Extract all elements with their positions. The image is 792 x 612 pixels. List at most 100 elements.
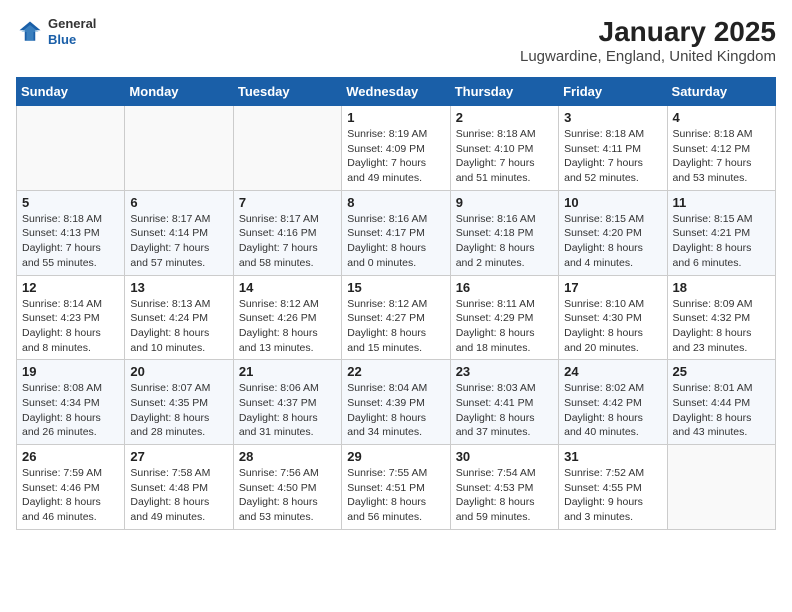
day-number: 7 (239, 195, 336, 210)
weekday-row: SundayMondayTuesdayWednesdayThursdayFrid… (17, 78, 776, 106)
day-info: Sunrise: 8:09 AMSunset: 4:32 PMDaylight:… (673, 297, 770, 356)
weekday-header: Thursday (450, 78, 558, 106)
calendar-cell: 29Sunrise: 7:55 AMSunset: 4:51 PMDayligh… (342, 445, 450, 530)
calendar-cell: 7Sunrise: 8:17 AMSunset: 4:16 PMDaylight… (233, 190, 341, 275)
day-info: Sunrise: 8:07 AMSunset: 4:35 PMDaylight:… (130, 381, 227, 440)
calendar-cell: 3 Sunrise: 8:18 AMSunset: 4:11 PMDaylight… (559, 106, 667, 191)
day-number: 6 (130, 195, 227, 210)
day-number: 5 (22, 195, 119, 210)
day-number: 30 (456, 449, 553, 464)
calendar-cell (233, 106, 341, 191)
day-info: Sunrise: 8:15 AMSunset: 4:21 PMDaylight:… (673, 212, 770, 271)
calendar-body: 1 Sunrise: 8:19 AMSunset: 4:09 PMDaylight… (17, 106, 776, 530)
day-number: 4 (673, 110, 770, 125)
calendar-cell: 2Sunrise: 8:18 AMSunset: 4:10 PMDaylight… (450, 106, 558, 191)
weekday-header: Monday (125, 78, 233, 106)
day-number: 15 (347, 280, 444, 295)
day-info: Sunrise: 8:06 AMSunset: 4:37 PMDaylight:… (239, 381, 336, 440)
day-info: Sunrise: 8:03 AMSunset: 4:41 PMDaylight:… (456, 381, 553, 440)
calendar-subtitle: Lugwardine, England, United Kingdom (520, 48, 776, 65)
calendar-cell: 31 Sunrise: 7:52 AMSunset: 4:55 PMDayligh… (559, 445, 667, 530)
weekday-header: Tuesday (233, 78, 341, 106)
day-number: 10 (564, 195, 661, 210)
logo: General Blue (16, 16, 96, 47)
day-number: 31 (564, 449, 661, 464)
day-number: 18 (673, 280, 770, 295)
day-number: 17 (564, 280, 661, 295)
day-number: 16 (456, 280, 553, 295)
calendar-cell: 15 Sunrise: 8:12 AMSunset: 4:27 PMDayligh… (342, 275, 450, 360)
day-info: Sunrise: 7:58 AMSunset: 4:48 PMDaylight:… (130, 466, 227, 525)
day-number: 3 (564, 110, 661, 125)
calendar-cell: 20 Sunrise: 8:07 AMSunset: 4:35 PMDayligh… (125, 360, 233, 445)
day-info: Sunrise: 8:04 AMSunset: 4:39 PMDaylight:… (347, 381, 444, 440)
calendar-cell: 18 Sunrise: 8:09 AMSunset: 4:32 PMDayligh… (667, 275, 775, 360)
calendar-cell: 12Sunrise: 8:14 AMSunset: 4:23 PMDayligh… (17, 275, 125, 360)
day-number: 20 (130, 364, 227, 379)
day-number: 24 (564, 364, 661, 379)
calendar-cell: 10Sunrise: 8:15 AMSunset: 4:20 PMDayligh… (559, 190, 667, 275)
calendar-cell: 6 Sunrise: 8:17 AMSunset: 4:14 PMDaylight… (125, 190, 233, 275)
day-number: 22 (347, 364, 444, 379)
calendar-week-row: 19Sunrise: 8:08 AMSunset: 4:34 PMDayligh… (17, 360, 776, 445)
logo-blue: Blue (48, 32, 96, 48)
calendar-cell: 8 Sunrise: 8:16 AMSunset: 4:17 PMDaylight… (342, 190, 450, 275)
calendar-cell: 5 Sunrise: 8:18 AMSunset: 4:13 PMDaylight… (17, 190, 125, 275)
day-info: Sunrise: 8:01 AMSunset: 4:44 PMDaylight:… (673, 381, 770, 440)
day-info: Sunrise: 7:54 AMSunset: 4:53 PMDaylight:… (456, 466, 553, 525)
calendar-cell: 27 Sunrise: 7:58 AMSunset: 4:48 PMDayligh… (125, 445, 233, 530)
day-number: 23 (456, 364, 553, 379)
calendar-header: SundayMondayTuesdayWednesdayThursdayFrid… (17, 78, 776, 106)
day-number: 26 (22, 449, 119, 464)
calendar-cell: 28Sunrise: 7:56 AMSunset: 4:50 PMDayligh… (233, 445, 341, 530)
day-info: Sunrise: 7:52 AMSunset: 4:55 PMDaylight:… (564, 466, 661, 525)
calendar-cell: 1 Sunrise: 8:19 AMSunset: 4:09 PMDaylight… (342, 106, 450, 191)
weekday-header: Sunday (17, 78, 125, 106)
calendar-table: SundayMondayTuesdayWednesdayThursdayFrid… (16, 77, 776, 530)
calendar-cell: 22 Sunrise: 8:04 AMSunset: 4:39 PMDayligh… (342, 360, 450, 445)
day-number: 13 (130, 280, 227, 295)
calendar-week-row: 12Sunrise: 8:14 AMSunset: 4:23 PMDayligh… (17, 275, 776, 360)
day-info: Sunrise: 8:13 AMSunset: 4:24 PMDaylight:… (130, 297, 227, 356)
day-number: 1 (347, 110, 444, 125)
day-number: 25 (673, 364, 770, 379)
day-info: Sunrise: 8:18 AMSunset: 4:13 PMDaylight:… (22, 212, 119, 271)
day-number: 11 (673, 195, 770, 210)
day-info: Sunrise: 8:17 AMSunset: 4:14 PMDaylight:… (130, 212, 227, 271)
calendar-cell: 11 Sunrise: 8:15 AMSunset: 4:21 PMDayligh… (667, 190, 775, 275)
day-info: Sunrise: 8:16 AMSunset: 4:17 PMDaylight:… (347, 212, 444, 271)
day-number: 14 (239, 280, 336, 295)
calendar-cell: 4 Sunrise: 8:18 AMSunset: 4:12 PMDaylight… (667, 106, 775, 191)
day-number: 29 (347, 449, 444, 464)
day-info: Sunrise: 8:19 AMSunset: 4:09 PMDaylight:… (347, 127, 444, 186)
calendar-cell (17, 106, 125, 191)
calendar-cell: 17 Sunrise: 8:10 AMSunset: 4:30 PMDayligh… (559, 275, 667, 360)
day-number: 12 (22, 280, 119, 295)
title-block: January 2025 Lugwardine, England, United… (520, 16, 776, 65)
day-info: Sunrise: 8:11 AMSunset: 4:29 PMDaylight:… (456, 297, 553, 356)
calendar-cell: 23 Sunrise: 8:03 AMSunset: 4:41 PMDayligh… (450, 360, 558, 445)
day-info: Sunrise: 8:08 AMSunset: 4:34 PMDaylight:… (22, 381, 119, 440)
weekday-header: Wednesday (342, 78, 450, 106)
calendar-cell: 19Sunrise: 8:08 AMSunset: 4:34 PMDayligh… (17, 360, 125, 445)
calendar-cell: 26 Sunrise: 7:59 AMSunset: 4:46 PMDayligh… (17, 445, 125, 530)
logo-general: General (48, 16, 96, 32)
day-info: Sunrise: 8:18 AMSunset: 4:10 PMDaylight:… (456, 127, 553, 186)
day-info: Sunrise: 8:12 AMSunset: 4:26 PMDaylight:… (239, 297, 336, 356)
calendar-week-row: 1 Sunrise: 8:19 AMSunset: 4:09 PMDaylight… (17, 106, 776, 191)
day-info: Sunrise: 8:18 AMSunset: 4:11 PMDaylight:… (564, 127, 661, 186)
day-number: 27 (130, 449, 227, 464)
day-number: 8 (347, 195, 444, 210)
day-info: Sunrise: 8:10 AMSunset: 4:30 PMDaylight:… (564, 297, 661, 356)
day-number: 21 (239, 364, 336, 379)
calendar-week-row: 26 Sunrise: 7:59 AMSunset: 4:46 PMDayligh… (17, 445, 776, 530)
calendar-cell (125, 106, 233, 191)
day-info: Sunrise: 8:18 AMSunset: 4:12 PMDaylight:… (673, 127, 770, 186)
day-info: Sunrise: 7:59 AMSunset: 4:46 PMDaylight:… (22, 466, 119, 525)
page-header: General Blue January 2025 Lugwardine, En… (16, 16, 776, 65)
day-info: Sunrise: 8:12 AMSunset: 4:27 PMDaylight:… (347, 297, 444, 356)
calendar-cell: 13 Sunrise: 8:13 AMSunset: 4:24 PMDayligh… (125, 275, 233, 360)
calendar-cell: 14 Sunrise: 8:12 AMSunset: 4:26 PMDayligh… (233, 275, 341, 360)
calendar-cell: 21 Sunrise: 8:06 AMSunset: 4:37 PMDayligh… (233, 360, 341, 445)
calendar-cell: 9Sunrise: 8:16 AMSunset: 4:18 PMDaylight… (450, 190, 558, 275)
